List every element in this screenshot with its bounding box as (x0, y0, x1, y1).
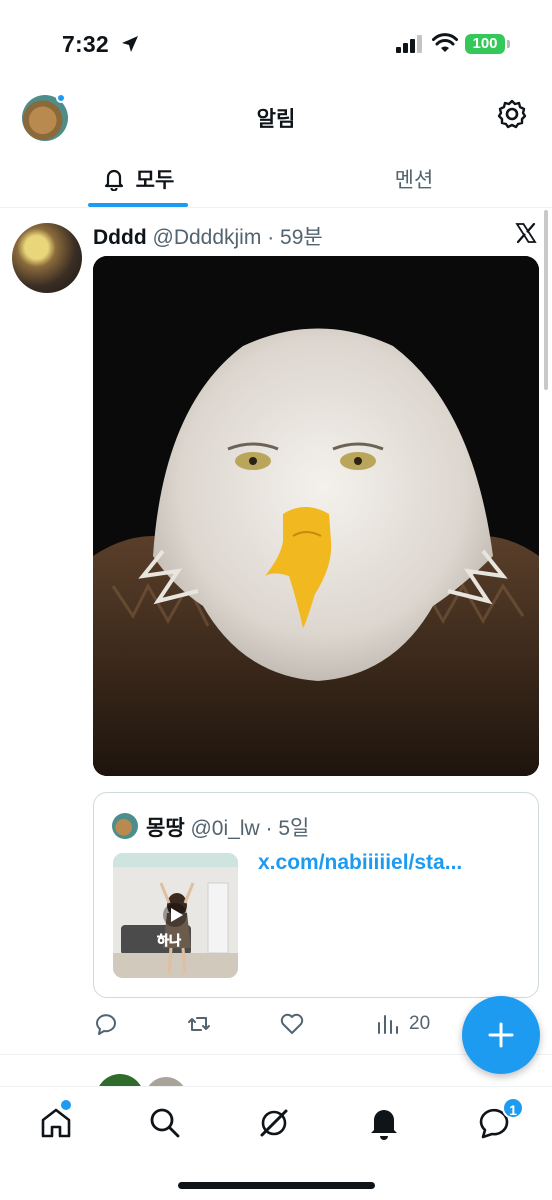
tweet-header: Dddd @Ddddkjim · 59분 (93, 221, 323, 251)
tab-mentions-label: 멘션 (394, 169, 434, 192)
repost-icon (188, 1017, 210, 1031)
tab-all[interactable]: 모두 (0, 150, 276, 208)
tab-selected-indicator (88, 203, 188, 207)
repost-button[interactable] (186, 1009, 212, 1039)
quote-author-name: 몽땅 (146, 817, 185, 840)
grok-icon (260, 1109, 288, 1137)
page-title: 알림 (256, 108, 296, 131)
home-indicator (178, 1182, 375, 1189)
scrollbar[interactable] (544, 210, 548, 390)
battery-tip (507, 40, 510, 48)
notification-dot (56, 93, 66, 103)
video-thumbnail-image: 하나 (113, 853, 238, 978)
settings-gear-icon[interactable] (496, 98, 528, 130)
bell-filled-icon (371, 1110, 397, 1140)
quote-author-handle: @0i_lw (190, 817, 260, 840)
quote-separator: · (265, 817, 273, 840)
eagle-image (93, 256, 539, 776)
like-button[interactable] (279, 1009, 305, 1039)
quote-link[interactable]: x.com/nabiiiiiel/sta... (258, 851, 462, 875)
quote-video-thumbnail[interactable]: 하나 (113, 853, 238, 978)
tweet-separator: · (267, 226, 275, 249)
tab-mentions[interactable]: 멘션 (276, 150, 552, 208)
bell-icon (104, 169, 123, 191)
compose-button[interactable] (462, 996, 540, 1074)
status-time: 7:32 (62, 31, 109, 57)
quoted-tweet[interactable]: 몽땅 @0i_lw · 5일 하나 x.com/nabiiiiiel/sta..… (93, 792, 539, 998)
x-logo-icon (515, 222, 537, 244)
search-icon (150, 1108, 180, 1138)
home-new-dot (61, 1100, 71, 1110)
heart-icon (280, 1013, 304, 1034)
thumb-caption: 하나 (157, 933, 181, 949)
location-arrow-icon (122, 36, 138, 52)
reply-icon (95, 1014, 116, 1035)
status-bar: 7:32 100 (0, 0, 552, 90)
views-chart-icon (378, 1015, 398, 1034)
cellular-signal-icon (396, 35, 422, 53)
tweet-author-name[interactable]: Dddd (93, 226, 147, 249)
quote-author-avatar (112, 813, 138, 839)
plus-icon (488, 1022, 514, 1048)
nav-grok[interactable] (256, 1105, 292, 1141)
quote-header: 몽땅 @0i_lw · 5일 (146, 812, 309, 842)
home-icon (41, 1108, 71, 1138)
nav-notifications[interactable] (366, 1105, 402, 1141)
notification-tabs: 모두 멘션 (0, 150, 552, 208)
views-button[interactable]: 20 (375, 1009, 430, 1039)
bottom-navigation: 1 (0, 1086, 552, 1200)
views-count: 20 (409, 1013, 431, 1034)
nav-home[interactable] (38, 1105, 74, 1141)
tweet-author-handle[interactable]: @Ddddkjim (153, 226, 262, 249)
reply-button[interactable] (93, 1009, 119, 1039)
tweet-author-avatar[interactable] (12, 223, 82, 293)
tweet-time: 59분 (280, 226, 323, 249)
notification-tweet[interactable]: Dddd @Ddddkjim · 59분 몽땅 @0i_lw · 5일 하나 x… (0, 209, 552, 1055)
header: 알림 (0, 90, 552, 150)
tab-all-label: 모두 (135, 169, 175, 192)
nav-search[interactable] (147, 1105, 183, 1141)
quote-time: 5일 (278, 817, 310, 840)
battery-indicator: 100 (465, 34, 505, 54)
wifi-icon (432, 33, 458, 52)
tweet-media-image[interactable] (93, 256, 539, 776)
messages-badge: 1 (502, 1097, 524, 1119)
